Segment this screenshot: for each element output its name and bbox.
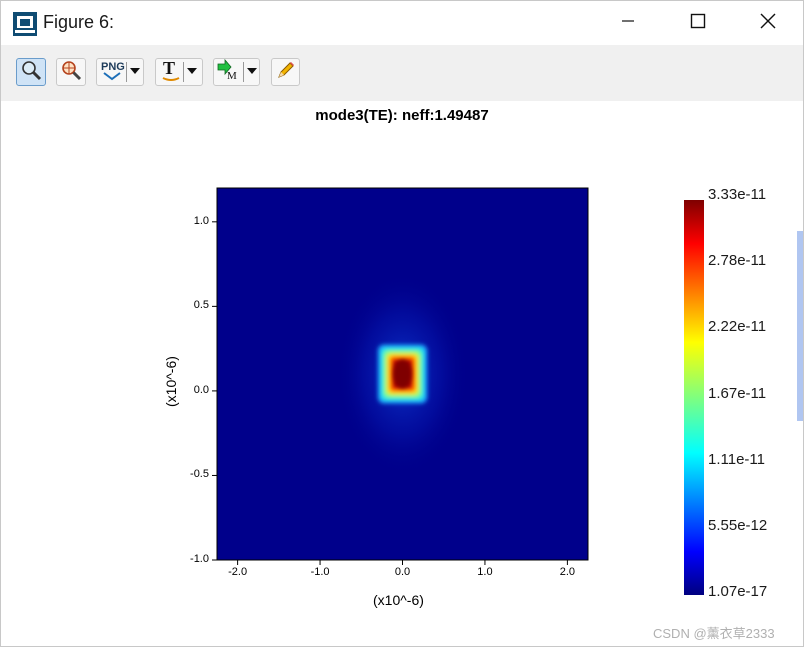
heatmap-area[interactable]: [217, 188, 588, 560]
colorbar: [684, 200, 704, 595]
window-edge: [797, 61, 803, 646]
colorbar-tick-label: 1.07e-17: [708, 583, 768, 600]
field-plot[interactable]: [1, 1, 803, 646]
x-tick-label: -1.0: [310, 566, 330, 578]
y-tick-label: -0.5: [190, 468, 209, 481]
x-axis-label: (x10^-6): [373, 592, 424, 608]
field-peak: [393, 359, 412, 389]
colorbar-tick-label: 1.67e-11: [708, 384, 767, 402]
x-tick-label: -2.0: [228, 566, 248, 578]
colorbar-tick-label: 5.55e-12: [708, 516, 768, 534]
colorbar-tick-label: 3.33e-11: [708, 186, 767, 203]
figure-window: Figure 6: PNG T M mode3(TE): neff:1.4948…: [0, 0, 804, 647]
x-tick-label: 2.0: [559, 566, 576, 578]
y-tick-label: 0.5: [193, 299, 209, 312]
colorbar-tick-label: 2.22e-11: [708, 318, 767, 336]
colorbar-tick-label: 2.78e-11: [708, 252, 767, 270]
y-tick-label: -1.0: [190, 553, 209, 565]
x-tick-label: 1.0: [477, 566, 493, 578]
x-tick-label: 0.0: [394, 566, 411, 578]
watermark: CSDN @薰衣草2333: [653, 626, 775, 641]
y-axis-label: (x10^-6): [163, 356, 179, 407]
y-tick-label: 1.0: [193, 214, 209, 227]
colorbar-tick-label: 1.11e-11: [708, 450, 765, 468]
